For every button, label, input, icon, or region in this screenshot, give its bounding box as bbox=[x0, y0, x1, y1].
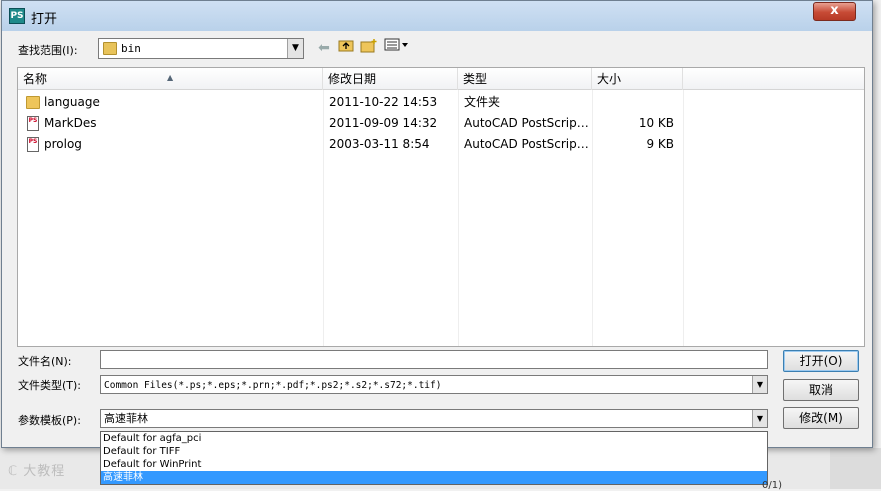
column-header-name[interactable]: 名称 ▲ bbox=[18, 68, 323, 90]
up-folder-icon[interactable] bbox=[336, 38, 356, 58]
watermark-logo-icon: ℂ bbox=[8, 464, 19, 479]
dropdown-option-selected[interactable]: 高速菲林 bbox=[101, 471, 767, 484]
ps-file-icon: PS bbox=[27, 137, 39, 152]
open-button[interactable]: 打开(O) bbox=[783, 350, 859, 372]
modify-button[interactable]: 修改(M) bbox=[783, 407, 859, 429]
dropdown-option[interactable]: Default for agfa_pci bbox=[101, 432, 767, 445]
cancel-button[interactable]: 取消 bbox=[783, 379, 859, 401]
file-type: AutoCAD PostScrip… bbox=[464, 116, 589, 130]
dropdown-option[interactable]: Default for TIFF bbox=[101, 445, 767, 458]
template-value: 高速菲林 bbox=[104, 412, 148, 425]
watermark-text: 大教程 bbox=[23, 464, 66, 479]
file-date: 2011-10-22 14:53 bbox=[329, 95, 438, 109]
filetype-label: 文件类型(T): bbox=[18, 379, 82, 392]
file-type: 文件夹 bbox=[464, 95, 501, 109]
filetype-value: Common Files(*.ps;*.eps;*.prn;*.pdf;*.ps… bbox=[104, 380, 442, 391]
open-file-dialog: PS 打开 x 查找范围(I): bin ▼ ⬅ 名称 ▲ 修改日期 类型 大小 bbox=[1, 0, 873, 485]
file-name: MarkDes bbox=[44, 116, 97, 130]
ps-file-icon: PS bbox=[27, 116, 39, 131]
list-item[interactable]: PS prolog 2003-03-11 8:54 AutoCAD PostSc… bbox=[18, 134, 864, 155]
chevron-down-icon[interactable]: ▼ bbox=[287, 39, 303, 58]
lookin-value: bin bbox=[121, 42, 141, 55]
dropdown-option[interactable]: Default for WinPrint bbox=[101, 458, 767, 471]
file-list[interactable]: 名称 ▲ 修改日期 类型 大小 language 2011-10-22 14:5… bbox=[17, 67, 865, 347]
column-header-date[interactable]: 修改日期 bbox=[323, 68, 458, 90]
new-folder-icon[interactable] bbox=[359, 38, 379, 58]
list-item[interactable]: PS MarkDes 2011-09-09 14:32 AutoCAD Post… bbox=[18, 113, 864, 134]
title-bar[interactable]: PS 打开 x bbox=[2, 1, 872, 31]
file-name: language bbox=[44, 95, 100, 109]
lookin-combo[interactable]: bin ▼ bbox=[98, 38, 304, 59]
file-type: AutoCAD PostScrip… bbox=[464, 137, 589, 151]
close-button[interactable]: x bbox=[813, 2, 856, 21]
dialog-title: 打开 bbox=[31, 12, 58, 27]
chevron-down-icon[interactable]: ▼ bbox=[752, 376, 767, 393]
folder-icon bbox=[26, 96, 40, 109]
file-date: 2003-03-11 8:54 bbox=[329, 137, 430, 151]
template-label: 参数模板(P): bbox=[18, 414, 81, 427]
template-dropdown-list[interactable]: Default for agfa_pci Default for TIFF De… bbox=[100, 431, 768, 485]
filename-label: 文件名(N): bbox=[18, 355, 72, 368]
back-arrow-icon[interactable]: ⬅ bbox=[314, 38, 334, 58]
lookin-label: 查找范围(I): bbox=[18, 44, 78, 57]
list-item[interactable]: language 2011-10-22 14:53 文件夹 bbox=[18, 92, 864, 113]
filename-input[interactable] bbox=[100, 350, 768, 369]
template-select[interactable]: 高速菲林 ▼ bbox=[100, 409, 768, 428]
view-menu-icon[interactable] bbox=[383, 38, 413, 58]
column-header-type[interactable]: 类型 bbox=[458, 68, 592, 90]
file-date: 2011-09-09 14:32 bbox=[329, 116, 438, 130]
file-size: 9 KB bbox=[646, 137, 674, 151]
sort-caret-icon: ▲ bbox=[167, 73, 174, 82]
filetype-select[interactable]: Common Files(*.ps;*.eps;*.prn;*.pdf;*.ps… bbox=[100, 375, 768, 394]
background-status-text: 0/1) bbox=[762, 480, 782, 491]
file-name: prolog bbox=[44, 137, 82, 151]
app-icon: PS bbox=[9, 8, 25, 24]
file-size: 10 KB bbox=[638, 116, 674, 130]
watermark: ℂ 大教程 bbox=[8, 460, 65, 479]
column-header-size[interactable]: 大小 bbox=[592, 68, 683, 90]
folder-icon bbox=[103, 42, 117, 55]
background-window-edge bbox=[830, 448, 881, 489]
chevron-down-icon[interactable]: ▼ bbox=[752, 410, 767, 427]
list-header: 名称 ▲ 修改日期 类型 大小 bbox=[18, 68, 864, 90]
